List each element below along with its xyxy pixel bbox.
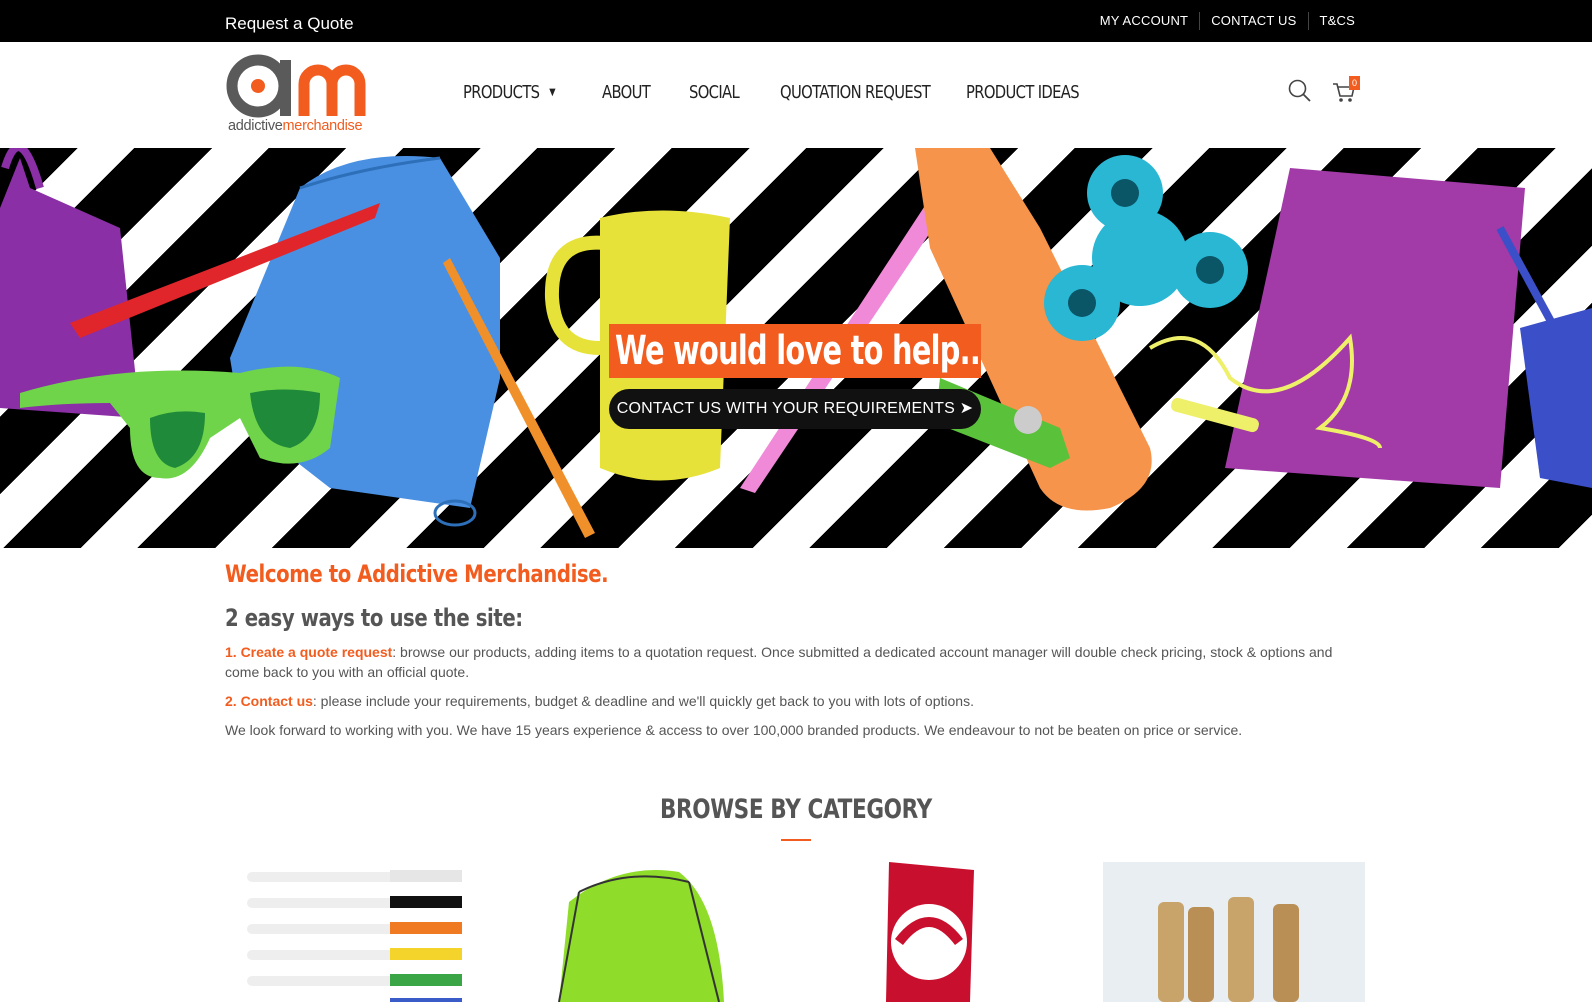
main-nav: PRODUCTS ▼ ABOUT SOCIAL QUOTATION REQUEST… bbox=[463, 82, 1127, 103]
hero-banner: We would love to help... CONTACT US WITH… bbox=[0, 148, 1592, 548]
step-two-text: : please include your requirements, budg… bbox=[312, 693, 974, 709]
heading-underline bbox=[781, 839, 811, 841]
top-bar: Request a Quote MY ACCOUNT CONTACT US T&… bbox=[0, 0, 1592, 42]
cart-icon[interactable]: 0 bbox=[1331, 76, 1361, 108]
step-one-text: : browse our products, adding items to a… bbox=[225, 644, 1333, 680]
request-quote-link[interactable]: Request a Quote bbox=[225, 14, 354, 34]
header-icons: 0 bbox=[1287, 76, 1375, 108]
cart-count-badge: 0 bbox=[1349, 76, 1360, 90]
my-account-link[interactable]: MY ACCOUNT bbox=[1089, 12, 1199, 30]
intro-section: Welcome to Addictive Merchandise. 2 easy… bbox=[225, 560, 1367, 740]
browse-heading: BROWSE BY CATEGORY bbox=[660, 794, 932, 825]
category-card-pens[interactable] bbox=[225, 862, 487, 1002]
step-one-paragraph: 1. Create a quote request: browse our pr… bbox=[225, 642, 1367, 682]
nav-product-ideas[interactable]: PRODUCT IDEAS bbox=[966, 82, 1081, 103]
search-icon[interactable] bbox=[1287, 78, 1317, 108]
step-two-label: 2. Contact us bbox=[225, 693, 313, 709]
welcome-heading: Welcome to Addictive Merchandise. bbox=[225, 560, 609, 588]
bags-image bbox=[558, 870, 724, 1002]
nav-quotation-request[interactable]: QUOTATION REQUEST bbox=[780, 82, 931, 103]
contact-us-link[interactable]: CONTACT US bbox=[1199, 12, 1307, 30]
site-logo[interactable]: addictivemerchandise bbox=[226, 54, 386, 136]
top-links: MY ACCOUNT CONTACT US T&CS bbox=[1089, 12, 1366, 30]
nav-products[interactable]: PRODUCTS ▼ bbox=[463, 82, 560, 103]
contact-requirements-button[interactable]: CONTACT US WITH YOUR REQUIREMENTS ➤ bbox=[609, 389, 981, 429]
pens-image bbox=[247, 870, 462, 1002]
banner-image bbox=[886, 862, 974, 1002]
step-two-paragraph: 2. Contact us: please include your requi… bbox=[225, 691, 1367, 711]
caret-down-icon: ▼ bbox=[549, 87, 555, 98]
step-one-label: 1. Create a quote request bbox=[225, 644, 393, 660]
terms-link[interactable]: T&CS bbox=[1307, 12, 1366, 30]
easy-ways-heading: 2 easy ways to use the site: bbox=[225, 604, 523, 632]
category-card-exhibition[interactable] bbox=[814, 862, 1076, 1002]
logo-wordmark: addictivemerchandise bbox=[228, 118, 363, 134]
site-header: addictivemerchandise PRODUCTS ▼ ABOUT SOC… bbox=[0, 42, 1592, 148]
category-grid bbox=[225, 862, 1367, 1002]
closing-paragraph: We look forward to working with you. We … bbox=[225, 722, 1243, 738]
nav-about[interactable]: ABOUT bbox=[602, 82, 656, 103]
logo-mark bbox=[226, 54, 366, 118]
browse-section: BROWSE BY CATEGORY bbox=[0, 794, 1592, 841]
hero-title: We would love to help... bbox=[609, 324, 981, 378]
bamboo-image bbox=[1103, 862, 1365, 1002]
category-card-eco[interactable] bbox=[1103, 862, 1365, 1002]
category-card-bags[interactable] bbox=[519, 862, 781, 1002]
nav-social[interactable]: SOCIAL bbox=[689, 82, 746, 103]
